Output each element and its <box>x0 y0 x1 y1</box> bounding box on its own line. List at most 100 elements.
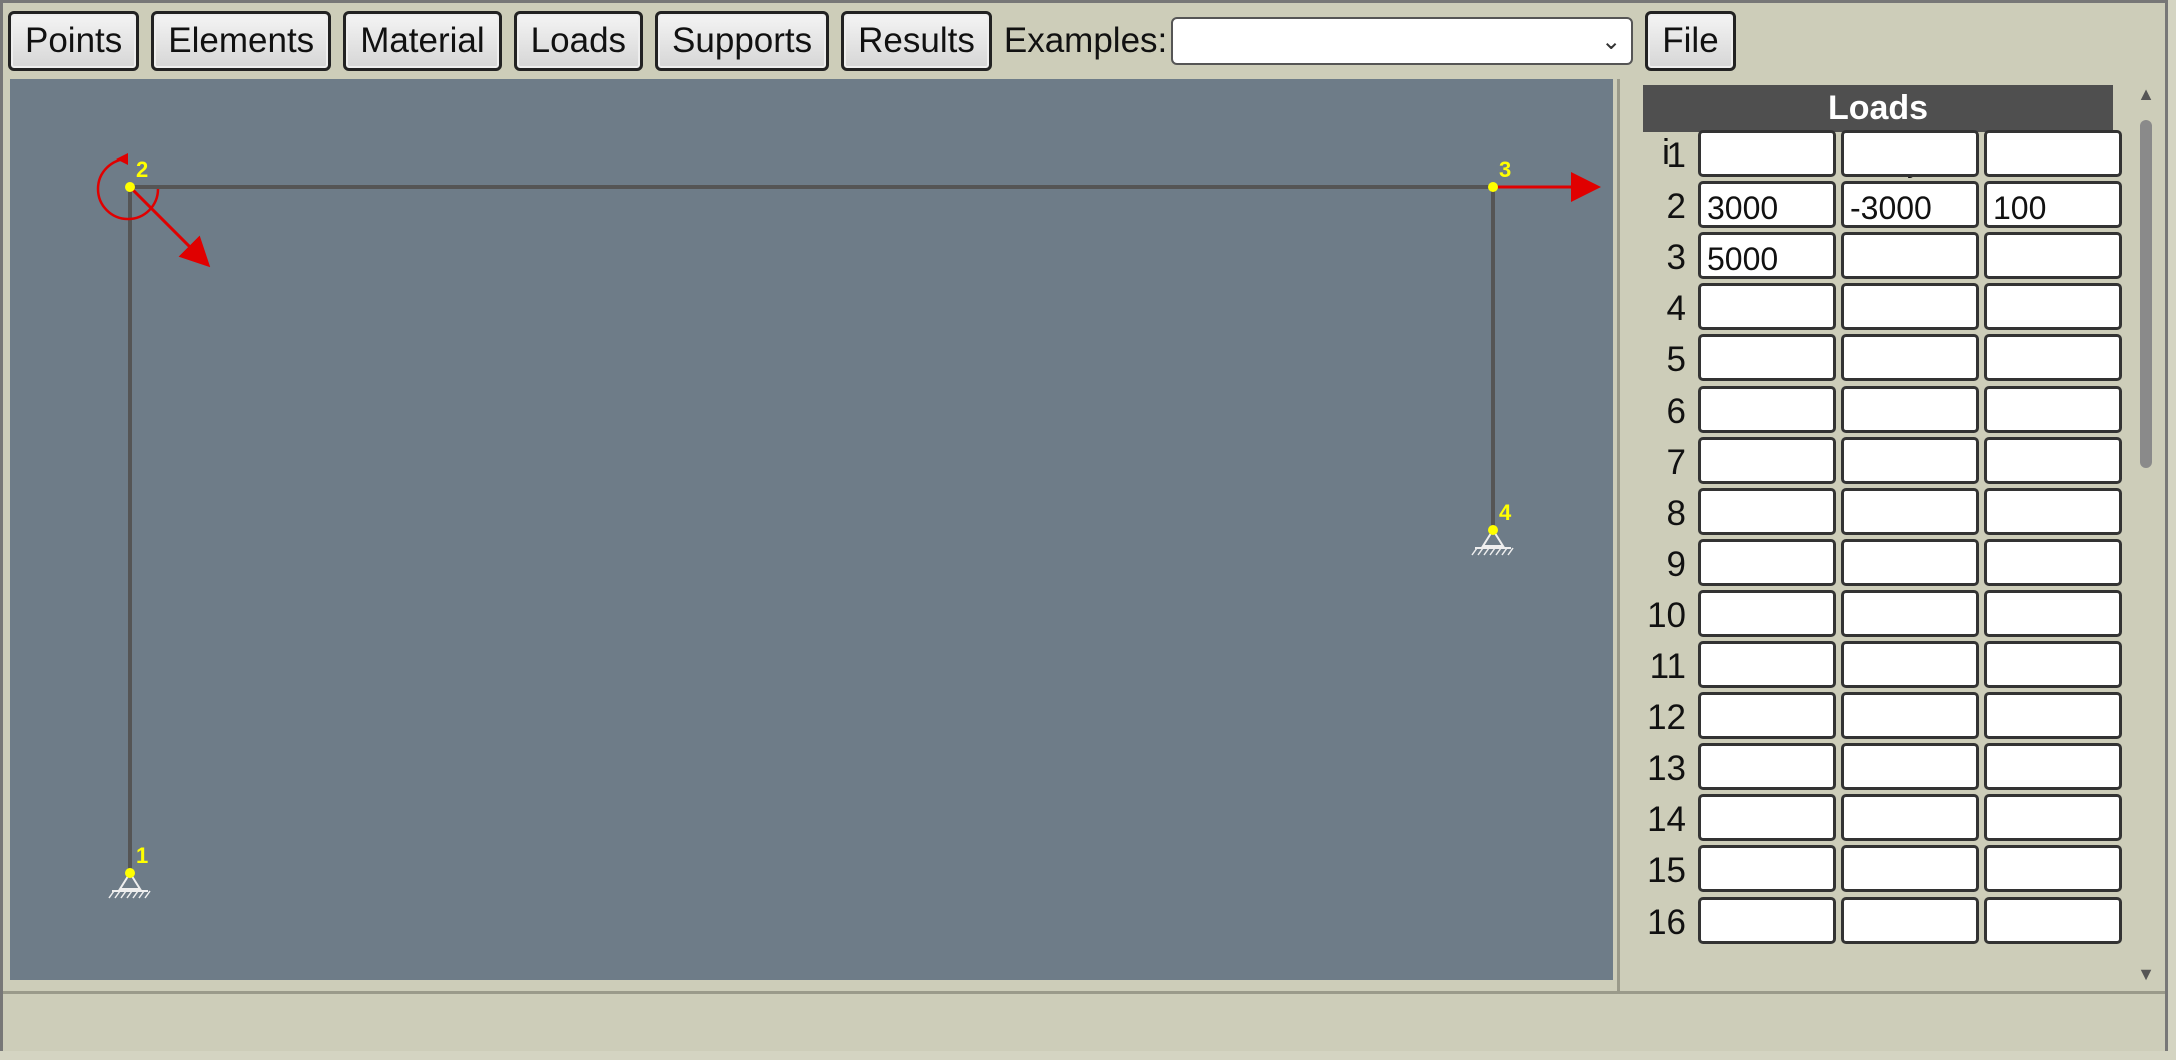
elements-button[interactable]: Elements <box>151 11 332 71</box>
node-2[interactable] <box>125 182 135 192</box>
row-index: 11 <box>1649 647 1686 686</box>
fiy-input[interactable] <box>1841 334 1979 382</box>
row-index: 12 <box>1647 698 1686 738</box>
fiy-input[interactable] <box>1841 283 1979 331</box>
mi-input[interactable] <box>1984 130 2122 177</box>
fiy-input[interactable] <box>1841 589 1979 637</box>
scroll-up-arrow-icon[interactable]: ▲ <box>2136 84 2156 104</box>
table-row: 6 <box>1638 385 2128 437</box>
fiy-input[interactable] <box>1841 896 1979 944</box>
fix-input[interactable] <box>1698 436 1836 484</box>
mi-input[interactable] <box>1984 385 2122 433</box>
row-index: 16 <box>1647 902 1686 942</box>
points-button[interactable]: Points <box>8 11 140 71</box>
node-label-3: 3 <box>1499 157 1511 182</box>
results-button[interactable]: Results <box>841 11 992 71</box>
panel-divider[interactable] <box>1617 79 1620 993</box>
fiy-input[interactable] <box>1841 130 1979 177</box>
mi-input[interactable] <box>1984 487 2122 535</box>
fix-input[interactable] <box>1698 692 1836 740</box>
row-index: 5 <box>1666 340 1686 380</box>
table-row: 8 <box>1638 487 2128 539</box>
node-3[interactable] <box>1488 182 1498 192</box>
mi-input[interactable] <box>1984 538 2122 586</box>
node-label-2: 2 <box>136 157 148 182</box>
fix-input[interactable] <box>1698 538 1836 586</box>
fiy-input[interactable] <box>1841 436 1979 484</box>
row-index: 2 <box>1666 187 1686 227</box>
fiy-input[interactable] <box>1841 385 1979 433</box>
fiy-input[interactable] <box>1841 845 1979 893</box>
mi-input[interactable] <box>1984 232 2122 280</box>
table-row: 15 <box>1638 845 2128 896</box>
fix-input[interactable] <box>1698 794 1836 842</box>
row-index: 4 <box>1666 289 1686 329</box>
fix-input[interactable] <box>1698 589 1836 637</box>
fiy-input[interactable] <box>1841 692 1979 740</box>
fix-input[interactable] <box>1698 385 1836 433</box>
fix-input[interactable] <box>1698 130 1836 177</box>
table-row: 5 <box>1638 334 2128 385</box>
row-index: 9 <box>1666 544 1686 584</box>
mi-input[interactable] <box>1984 845 2122 893</box>
fix-input[interactable] <box>1698 487 1836 535</box>
mi-input[interactable] <box>1984 283 2122 331</box>
table-row: 13 <box>1638 743 2128 794</box>
table-row: 12 <box>1638 692 2128 743</box>
mi-input[interactable]: 100 <box>1984 181 2122 229</box>
scroll-down-arrow-icon[interactable]: ▼ <box>2136 964 2156 984</box>
fiy-input[interactable] <box>1841 538 1979 586</box>
material-button[interactable]: Material <box>343 11 502 71</box>
fix-input[interactable] <box>1698 641 1836 688</box>
row-index: 13 <box>1647 749 1686 789</box>
mi-input[interactable] <box>1984 436 2122 484</box>
table-row: 7 <box>1638 436 2128 488</box>
fix-input[interactable] <box>1698 283 1836 331</box>
mi-input[interactable] <box>1984 641 2122 688</box>
fix-input[interactable] <box>1698 896 1836 944</box>
scroll-thumb[interactable] <box>2140 120 2152 468</box>
fix-input[interactable]: 3000 <box>1698 181 1836 229</box>
structure-drawing: 1 2 3 4 <box>96 153 1601 899</box>
fiy-input[interactable] <box>1841 232 1979 280</box>
table-row: 3 5000 <box>1638 232 2128 283</box>
panel-title: Loads <box>1643 85 2113 132</box>
fix-input[interactable] <box>1698 334 1836 382</box>
row-index: 14 <box>1647 800 1686 840</box>
mi-input[interactable] <box>1984 896 2122 944</box>
file-button[interactable]: File <box>1645 11 1736 71</box>
fiy-input[interactable]: -3000 <box>1841 181 1979 229</box>
node-1[interactable] <box>125 868 135 878</box>
table-row: 14 <box>1638 794 2128 845</box>
examples-select[interactable]: ⌄ <box>1171 17 1634 65</box>
status-bar <box>3 991 2165 1051</box>
mi-input[interactable] <box>1984 692 2122 740</box>
mi-input[interactable] <box>1984 794 2122 842</box>
toolbar: Points Elements Material Loads Supports … <box>8 11 1736 71</box>
node-4[interactable] <box>1488 525 1498 535</box>
table-row: 4 <box>1638 283 2128 334</box>
fiy-input[interactable] <box>1841 641 1979 688</box>
fiy-input[interactable] <box>1841 487 1979 535</box>
structure-canvas[interactable]: 1 2 3 4 <box>10 79 1613 980</box>
fix-input[interactable] <box>1698 845 1836 893</box>
panel-scrollbar[interactable]: ▲ ▼ <box>2134 84 2158 984</box>
row-index: 7 <box>1666 442 1686 482</box>
supports-button[interactable]: Supports <box>655 11 830 71</box>
chevron-down-icon: ⌄ <box>1601 28 1622 55</box>
mi-input[interactable] <box>1984 589 2122 637</box>
fix-input[interactable]: 5000 <box>1698 232 1836 280</box>
loads-panel: Loads i Fix Fiy Mi 123000-30001003500045… <box>1628 79 2133 991</box>
mi-input[interactable] <box>1984 334 2122 382</box>
fiy-input[interactable] <box>1841 743 1979 791</box>
fix-input[interactable] <box>1698 743 1836 791</box>
table-row: 16 <box>1638 896 2128 948</box>
moment-arrowhead-node-2 <box>116 153 128 165</box>
loads-button[interactable]: Loads <box>513 11 644 71</box>
force-arrow-node-2 <box>128 185 211 268</box>
examples-label: Examples: <box>1003 21 1168 60</box>
row-index: 1 <box>1666 136 1686 175</box>
mi-input[interactable] <box>1984 743 2122 791</box>
fiy-input[interactable] <box>1841 794 1979 842</box>
table-row: 10 <box>1638 589 2128 641</box>
